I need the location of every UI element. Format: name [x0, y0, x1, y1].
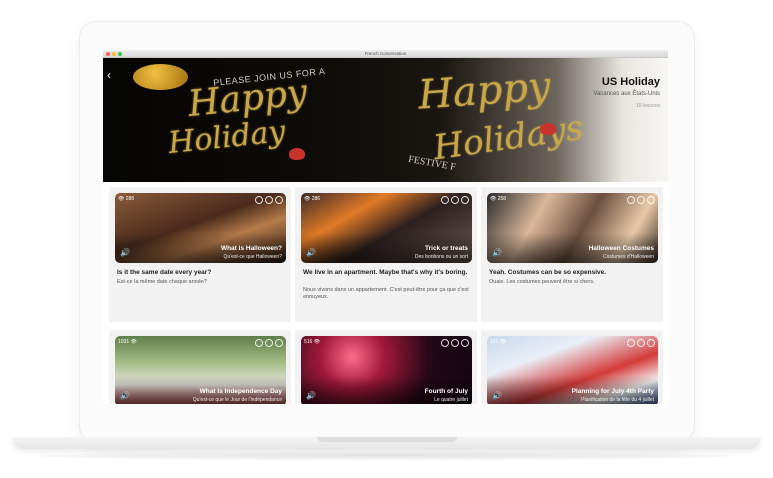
- lesson-card[interactable]: 516 👁 🔊 Fourth of July Le quatre juillet: [295, 330, 477, 404]
- window-titlebar: French Conversation: [103, 50, 668, 58]
- progress-circles: [627, 339, 655, 347]
- hero-art-text: Holidays: [430, 107, 586, 169]
- lesson-thumbnail[interactable]: 169 👁 🔊 Planning for July 4th Party Plan…: [487, 336, 658, 404]
- hero-banner: PLEASE JOIN US FOR A Happy Holiday Happy…: [103, 58, 668, 182]
- english-sentence: Yeah. Costumes can be so expensive.: [489, 269, 607, 276]
- lesson-card[interactable]: 169 👁 🔊 Planning for July 4th Party Plan…: [481, 330, 663, 404]
- lesson-thumbnail[interactable]: 👁 288 🔊 What is Halloween? Qu'est-ce que…: [115, 193, 286, 263]
- bow-decoration: [289, 148, 305, 160]
- lesson-subtitle: Le quatre juillet: [434, 397, 468, 403]
- french-sentence: Ouais. Les costumes peuvent être si cher…: [489, 279, 595, 285]
- lesson-card[interactable]: 1031 👁 🔊 What is Independence Day Qu'est…: [109, 330, 291, 404]
- lesson-title: What is Halloween?: [220, 245, 282, 252]
- hero-art-text: Happy: [416, 63, 552, 119]
- course-subtitle: Vacances aux États-Unis: [593, 91, 660, 97]
- bow-decoration: [540, 123, 556, 135]
- window-title: French Conversation: [364, 51, 407, 56]
- english-sentence: We live in an apartment. Maybe that's wh…: [303, 269, 468, 276]
- lesson-thumbnail[interactable]: 1031 👁 🔊 What is Independence Day Qu'est…: [115, 336, 286, 404]
- progress-circles: [255, 339, 283, 347]
- course-title: US Holiday: [601, 76, 660, 88]
- lesson-subtitle: Costumes d'Halloween: [603, 254, 654, 260]
- lesson-subtitle: Qu'est-ce que Halloween?: [223, 254, 283, 260]
- lesson-title: Trick or treats: [425, 245, 468, 252]
- french-sentence: Est-ce la même date chaque année?: [117, 279, 207, 285]
- speaker-icon[interactable]: 🔊: [492, 248, 502, 257]
- lesson-thumbnail[interactable]: 👁 258 🔊 Halloween Costumes Costumes d'Ha…: [487, 193, 658, 263]
- lesson-card[interactable]: 👁 288 🔊 What is Halloween? Qu'est-ce que…: [109, 187, 291, 322]
- laptop-notch: [317, 437, 457, 442]
- speaker-icon[interactable]: 🔊: [306, 248, 316, 257]
- chevron-left-icon[interactable]: ‹: [107, 68, 111, 82]
- view-count: 👁 258: [490, 196, 507, 202]
- view-count: 👁 286: [304, 196, 321, 202]
- lesson-title: Halloween Costumes: [588, 245, 654, 252]
- lesson-grid: 👁 288 🔊 What is Halloween? Qu'est-ce que…: [103, 182, 668, 404]
- speaker-icon[interactable]: 🔊: [306, 391, 316, 400]
- lesson-title: Planning for July 4th Party: [571, 388, 654, 395]
- french-sentence: Nous vivons dans un appartement. C'est p…: [303, 287, 469, 300]
- app-window: French Conversation PLEASE JOIN US FOR A…: [103, 50, 668, 404]
- lesson-count: 15 lessons: [636, 103, 660, 109]
- view-count: 1031 👁: [118, 339, 137, 345]
- balloon-decoration: [133, 64, 188, 90]
- lesson-card[interactable]: 👁 258 🔊 Halloween Costumes Costumes d'Ha…: [481, 187, 663, 322]
- speaker-icon[interactable]: 🔊: [492, 391, 502, 400]
- lesson-thumbnail[interactable]: 👁 286 🔊 Trick or treats Des bonbons ou u…: [301, 193, 472, 263]
- progress-circles: [627, 196, 655, 204]
- view-count: 516 👁: [304, 339, 321, 345]
- progress-circles: [441, 196, 469, 204]
- lesson-thumbnail[interactable]: 516 👁 🔊 Fourth of July Le quatre juillet: [301, 336, 472, 404]
- hero-art-text: Holiday: [166, 113, 287, 162]
- lesson-card[interactable]: 👁 286 🔊 Trick or treats Des bonbons ou u…: [295, 187, 477, 322]
- english-sentence: Is it the same date every year?: [117, 269, 212, 276]
- lesson-subtitle: Des bonbons ou un sort: [414, 254, 468, 260]
- speaker-icon[interactable]: 🔊: [120, 248, 130, 257]
- view-count: 169 👁: [490, 339, 507, 345]
- laptop-shadow: [40, 452, 733, 460]
- view-count: 👁 288: [118, 196, 135, 202]
- lesson-subtitle: Qu'est-ce que le Jour de l'indépendance: [192, 397, 282, 403]
- speaker-icon[interactable]: 🔊: [120, 391, 130, 400]
- lesson-title: What is Independence Day: [199, 388, 282, 395]
- progress-circles: [255, 196, 283, 204]
- lesson-subtitle: Planification de la fête du 4 juillet: [581, 397, 654, 403]
- progress-circles: [441, 339, 469, 347]
- lesson-title: Fourth of July: [424, 388, 468, 395]
